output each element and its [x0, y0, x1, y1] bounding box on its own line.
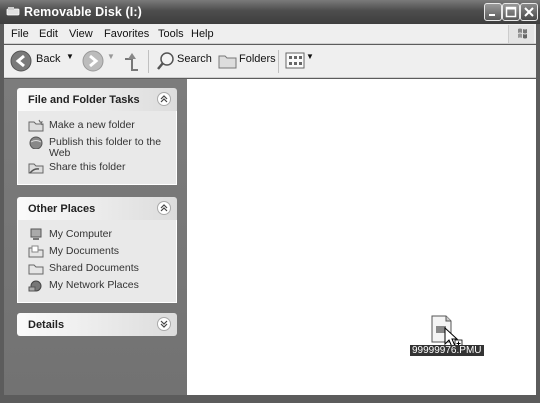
menu-help[interactable]: Help [191, 28, 214, 40]
menu-favorites[interactable]: Favorites [104, 28, 149, 40]
task-share-folder[interactable]: Share this folder [18, 159, 176, 176]
views-dropdown-icon[interactable]: ▼ [306, 52, 314, 61]
minimize-icon [489, 14, 495, 16]
explorer-window: Removable Disk (I:) File Edit View Favor… [0, 0, 540, 403]
forward-arrow-icon[interactable] [82, 50, 104, 72]
my-computer-icon [30, 228, 42, 240]
folders-button[interactable]: Folders [239, 53, 276, 65]
maximize-button[interactable] [502, 3, 520, 21]
title-bar[interactable]: Removable Disk (I:) [0, 0, 540, 24]
my-documents-icon [28, 245, 44, 258]
place-my-documents[interactable]: My Documents [18, 243, 176, 260]
place-my-computer[interactable]: My Computer [18, 226, 176, 243]
panel-title: Other Places [28, 203, 96, 215]
collapse-chevron-icon[interactable] [157, 92, 171, 106]
back-arrow-icon [10, 50, 32, 72]
task-make-new-folder[interactable]: Make a new folder [18, 117, 176, 134]
folders-icon [218, 55, 237, 69]
network-places-icon [28, 280, 42, 292]
menu-view[interactable]: View [69, 28, 93, 40]
search-button[interactable]: Search [177, 53, 212, 65]
menu-file[interactable]: File [11, 28, 29, 40]
new-folder-icon [28, 119, 44, 132]
other-places-panel: Other Places My Computer My Documents Sh… [17, 197, 177, 303]
menu-bar: File Edit View Favorites Tools Help [4, 24, 536, 44]
shared-documents-icon [28, 264, 44, 275]
share-folder-icon [28, 163, 44, 174]
file-name-label: 99999976.PMU [410, 345, 484, 356]
panel-title: File and Folder Tasks [28, 94, 140, 106]
place-shared-documents[interactable]: Shared Documents [18, 260, 176, 277]
window-border [536, 24, 540, 403]
forward-dropdown-icon[interactable]: ▼ [107, 52, 115, 61]
close-icon [524, 7, 534, 17]
search-icon [157, 52, 174, 70]
maximize-icon [505, 6, 517, 18]
task-pane: File and Folder Tasks Make a new folder … [4, 79, 187, 395]
up-folder-icon[interactable] [122, 50, 142, 72]
file-folder-tasks-panel: File and Folder Tasks Make a new folder … [17, 88, 177, 185]
place-network-places[interactable]: My Network Places [18, 277, 176, 294]
panel-title: Details [28, 319, 65, 331]
file-list-area[interactable]: 99999976.PMU [187, 79, 536, 395]
removable-disk-icon [6, 7, 20, 16]
views-icon[interactable] [285, 51, 307, 71]
windows-logo-icon [508, 25, 534, 43]
menu-tools[interactable]: Tools [158, 28, 184, 40]
panel-header[interactable]: Other Places [17, 197, 177, 220]
close-button[interactable] [520, 3, 538, 21]
panel-header[interactable]: Details [17, 313, 177, 336]
collapse-chevron-icon[interactable] [157, 201, 171, 215]
back-button[interactable]: Back [36, 53, 60, 65]
panel-header[interactable]: File and Folder Tasks [17, 88, 177, 111]
toolbar: Back ▼ ▼ Search Folders ▼ [4, 45, 536, 78]
expand-chevron-icon[interactable] [157, 317, 171, 331]
details-panel: Details [17, 313, 177, 336]
publish-web-icon [29, 136, 43, 149]
menu-edit[interactable]: Edit [39, 28, 58, 40]
back-dropdown-icon[interactable]: ▼ [66, 52, 74, 61]
window-border [0, 395, 540, 403]
minimize-button[interactable] [484, 3, 502, 21]
window-title: Removable Disk (I:) [24, 5, 142, 19]
task-publish-web[interactable]: Publish this folder to the Web [18, 134, 176, 159]
